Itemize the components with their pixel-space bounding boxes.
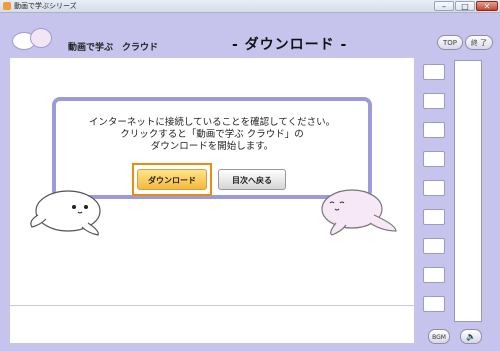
- minimize-button[interactable]: –: [434, 1, 454, 11]
- filmstrip-hole: [423, 151, 445, 167]
- bgm-button[interactable]: BGM: [428, 329, 450, 344]
- seal-mascot-right-icon: [321, 189, 397, 236]
- filmstrip-hole: [423, 209, 445, 225]
- filmstrip-hole: [423, 180, 445, 196]
- filmstrip-hole: [423, 267, 445, 283]
- back-to-contents-button[interactable]: 目次へ戻る: [218, 169, 286, 190]
- dialog-message: インターネットに接続していることを確認してください。 クリックすると「動画で学ぶ…: [62, 117, 362, 153]
- message-line-2: クリックすると「動画で学ぶ クラウド」の: [120, 129, 304, 140]
- close-button[interactable]: ✕: [476, 1, 498, 11]
- maximize-button[interactable]: □: [455, 1, 475, 11]
- speaker-icon[interactable]: 🔈: [460, 329, 482, 344]
- exit-button[interactable]: 終 了: [465, 35, 493, 50]
- filmstrip-hole: [423, 93, 445, 109]
- filmstrip-hole: [423, 64, 445, 80]
- footer-panel: [10, 305, 414, 343]
- window-titlebar: 動画で学ぶシリーズ – □ ✕: [0, 0, 500, 13]
- top-button[interactable]: TOP: [437, 35, 463, 50]
- page-title: - ダウンロード -: [232, 37, 348, 53]
- window-title: 動画で学ぶシリーズ: [14, 2, 77, 10]
- message-line-1: インターネットに接続していることを確認してください。: [88, 117, 336, 128]
- filmstrip-hole: [423, 122, 445, 138]
- filmstrip-hole: [423, 296, 445, 312]
- logo-mascot-icon-2: [30, 28, 52, 48]
- filmstrip-hole: [423, 238, 445, 254]
- download-button[interactable]: ダウンロード: [137, 169, 207, 190]
- app-icon: [3, 2, 11, 10]
- seal-mascot-left-icon: [30, 190, 101, 236]
- filmstrip-rail: [454, 60, 482, 322]
- message-line-3: ダウンロードを開始します。: [150, 141, 274, 152]
- app-name: 動画で学ぶ クラウド: [68, 43, 159, 53]
